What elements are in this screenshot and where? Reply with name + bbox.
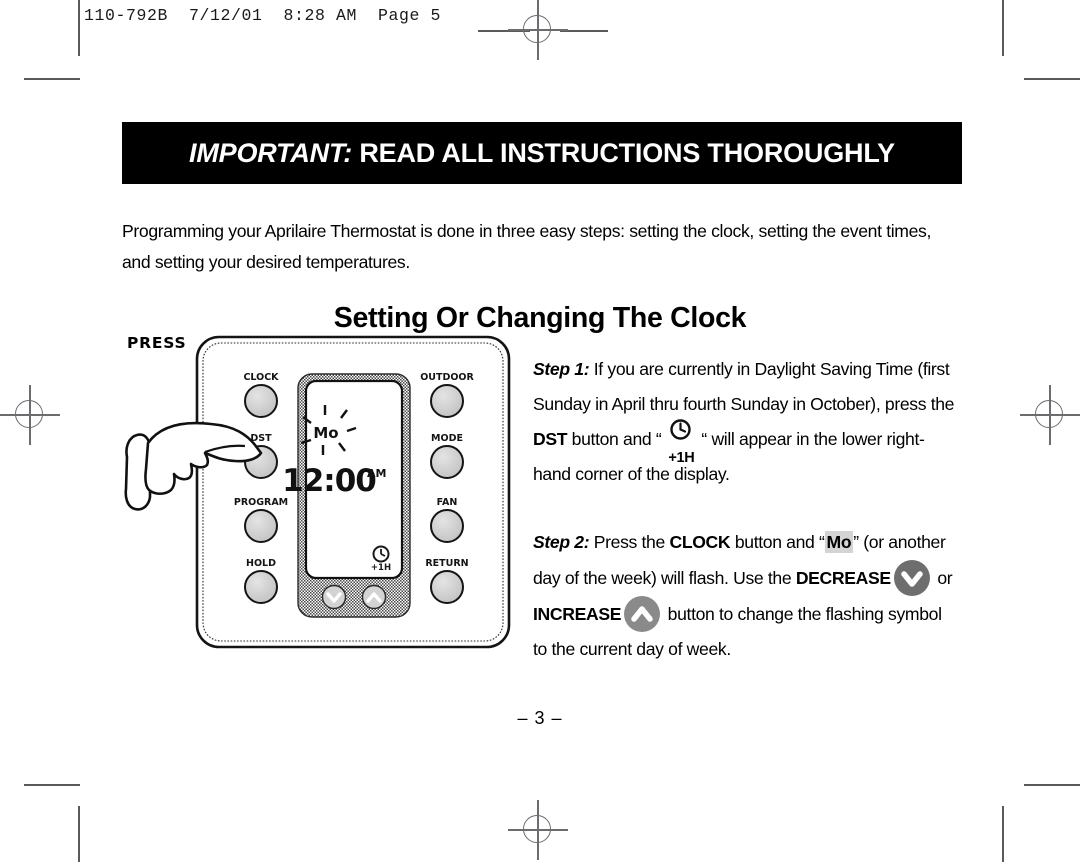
step-1-paragraph: Step 1: If you are currently in Daylight…: [533, 352, 958, 492]
step-2-bold-clock: CLOCK: [669, 531, 731, 552]
thermostat-label-clock: CLOCK: [243, 372, 279, 383]
thermostat-outdoor-button[interactable]: [430, 384, 464, 418]
document-page: IMPORTANT: READ ALL INSTRUCTIONS THOROUG…: [0, 0, 1080, 862]
press-label: PRESS: [127, 334, 187, 352]
banner-emphasis: IMPORTANT:: [189, 137, 353, 168]
step-1-bold-dst: DST: [533, 428, 568, 449]
decrease-button-icon[interactable]: [893, 559, 930, 596]
step-1-label: Step 1:: [533, 358, 590, 379]
thermostat-return-button[interactable]: [430, 570, 464, 604]
banner-rest: READ ALL INSTRUCTIONS THOROUGHLY: [352, 137, 895, 168]
step-2-label: Step 2:: [533, 531, 590, 552]
thermostat-label-hold: HOLD: [246, 558, 276, 569]
step-2-highlight-mo: Mo: [824, 530, 854, 553]
page-number: – 3 –: [517, 708, 563, 728]
step-2-paragraph: Step 2: Press the CLOCK button and “Mo” …: [533, 525, 958, 667]
lcd-time-text: 12:00: [282, 463, 376, 499]
step-2-bold-decrease: DECREASE: [795, 567, 891, 588]
thermostat-label-outdoor: OUTDOOR: [420, 372, 474, 383]
clock-icon: [668, 417, 693, 442]
important-banner-text: IMPORTANT: READ ALL INSTRUCTIONS THOROUG…: [189, 138, 895, 169]
lcd-meridiem-text: AM: [367, 467, 386, 480]
step-2-text-b: button and “: [730, 531, 825, 552]
step-1-text-b: button and “: [567, 428, 662, 449]
lcd-day-text: Mo: [313, 424, 338, 442]
thermostat-decrease-button[interactable]: [321, 584, 347, 610]
intro-paragraph: Programming your Aprilaire Thermostat is…: [122, 220, 932, 272]
thermostat-program-button[interactable]: [244, 509, 278, 543]
lcd-dst-indicator-label: +1H: [371, 563, 391, 573]
step-2-text-a: Press the: [589, 531, 670, 552]
dst-plus-one-hour-label: +1H: [668, 449, 695, 466]
thermostat-label-mode: MODE: [431, 433, 463, 444]
thermostat-clock-button[interactable]: [244, 384, 278, 418]
thermostat-label-program: PROGRAM: [234, 497, 288, 508]
increase-button-icon[interactable]: [624, 595, 661, 632]
step-1-text-a: If you are currently in Daylight Saving …: [533, 358, 955, 414]
thermostat-illustration: PRESS Mo 12:00 AM +1H CLOCK DST PROGRAM …: [115, 325, 535, 665]
thermostat-fan-button[interactable]: [430, 509, 464, 543]
steps-container: Step 1: If you are currently in Daylight…: [533, 334, 958, 684]
thermostat-label-fan: FAN: [437, 497, 458, 508]
thermostat-hold-button[interactable]: [244, 570, 278, 604]
important-banner: IMPORTANT: READ ALL INSTRUCTIONS THOROUG…: [122, 122, 962, 184]
dst-clock-glyph: +1H: [661, 418, 701, 466]
thermostat-mode-button[interactable]: [430, 445, 464, 479]
thermostat-increase-button[interactable]: [361, 584, 387, 610]
thermostat-drawing: Mo 12:00 AM +1H CLOCK DST PROGRAM HOLD O…: [124, 335, 511, 649]
thermostat-label-return: RETURN: [425, 558, 468, 569]
step-2-text-d: or: [932, 567, 953, 588]
step-2-bold-increase: INCREASE: [533, 603, 622, 624]
